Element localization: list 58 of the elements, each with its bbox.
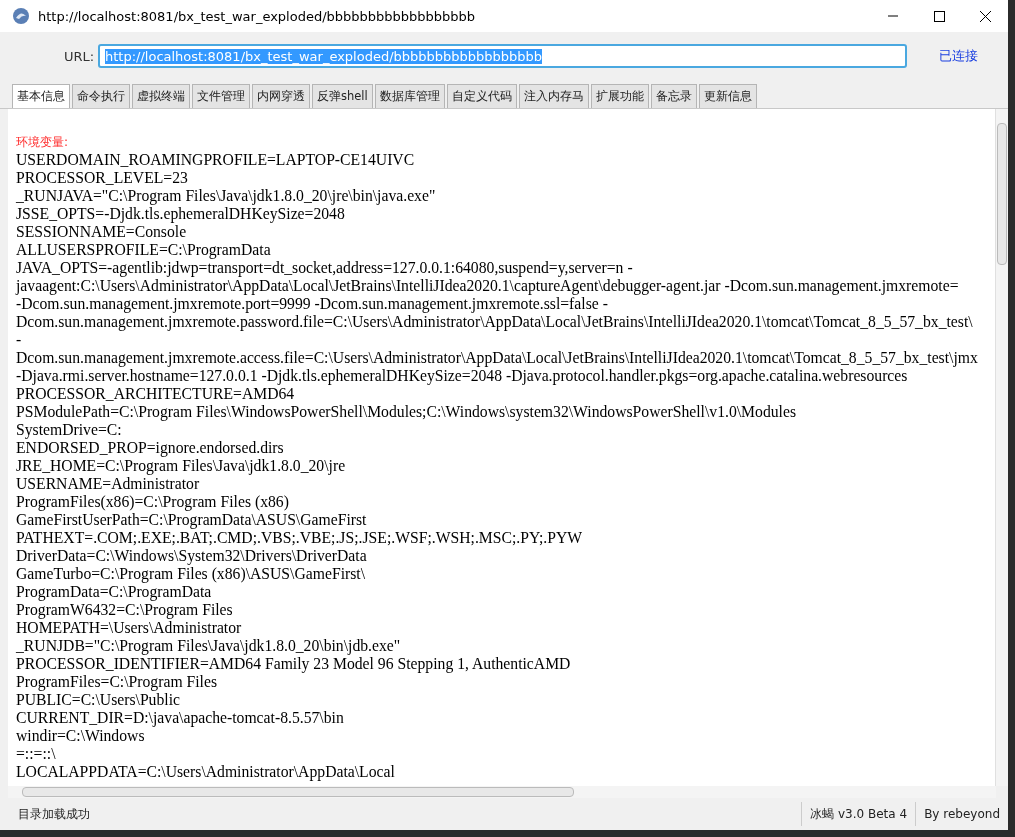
version-label: 冰蝎 v3.0 Beta 4	[801, 802, 916, 826]
tab[interactable]: 备忘录	[650, 84, 697, 108]
output-line: GameTurbo=C:\Program Files (x86)\ASUS\GameFirst\	[16, 565, 367, 583]
tab[interactable]: 命令执行	[72, 84, 130, 108]
output-line: ProgramFiles=C:\Program Files	[16, 673, 219, 691]
tab[interactable]: 自定义代码	[446, 84, 517, 108]
output-line: SESSIONNAME=Console	[16, 223, 188, 241]
output-line: DriverData=C:\Windows\System32\Drivers\DriverData	[16, 547, 368, 565]
output-line: SystemDrive=C:	[16, 421, 123, 439]
tab[interactable]: 数据库管理	[374, 84, 445, 108]
connection-status: 已连接	[939, 47, 978, 65]
window-title: http://localhost:8081/bx_test_war_exploded/bbbbbbbbbbbbbbbbbb	[38, 8, 477, 24]
output-line: windir=C:\Windows	[16, 727, 146, 745]
close-icon	[979, 10, 991, 22]
output-line: -	[16, 331, 23, 349]
tab[interactable]: 内网穿透	[252, 84, 310, 108]
output-line: PSModulePath=C:\Program Files\WindowsPowerShell\Modules;C:\Windows\system32\WindowsPowerShell\v1.0\Modules	[16, 403, 797, 421]
tab[interactable]: 基本信息	[12, 84, 70, 108]
output-line: HOMEPATH=\Users\Administrator	[16, 619, 243, 637]
output-line: USERDOMAIN_ROAMINGPROFILE=LAPTOP-CE14UIVC	[16, 151, 416, 169]
tab[interactable]: 文件管理	[192, 84, 250, 108]
output-line: JAVA_OPTS=-agentlib:jdwp=transport=dt_socket,address=127.0.0.1:64080,suspend=y,server=n -	[16, 259, 634, 277]
horizontal-scrollbar[interactable]	[8, 786, 996, 798]
output-line: -Dcom.sun.management.jmxremote.port=9999 -Dcom.sun.management.jmxremote.ssl=false -	[16, 295, 609, 313]
output-line: ALLUSERSPROFILE=C:\ProgramData	[16, 241, 272, 259]
output-line: CURRENT_DIR=D:\java\apache-tomcat-8.5.57\bin	[16, 709, 345, 727]
output-line: PROCESSOR_LEVEL=23	[16, 169, 189, 187]
url-label: URL:	[64, 48, 96, 64]
output-line: ProgramData=C:\ProgramData	[16, 583, 213, 601]
output-line: Dcom.sun.management.jmxremote.access.file=C:\Users\Administrator\AppData\Local\JetBrains\IntelliJIdea2020.1\tomcat\Tomcat_8_5_57_bx_test\jmx	[16, 349, 979, 367]
output-line: _RUNJAVA="C:\Program Files\Java\jdk1.8.0_20\jre\bin\java.exe"	[16, 187, 437, 205]
section-heading: 环境变量:	[16, 134, 70, 151]
output-line: ENDORSED_PROP=ignore.endorsed.dirs	[16, 439, 285, 457]
output-line: Dcom.sun.management.jmxremote.password.file=C:\Users\Administrator\AppData\Local\JetBrains\IntelliJIdea2020.1\tomcat\Tomcat_8_5_57_bx_test\	[16, 313, 974, 331]
output-line: PROCESSOR_ARCHITECTURE=AMD64	[16, 385, 296, 403]
output-line: JSSE_OPTS=-Djdk.tls.ephemeralDHKeySize=2048	[16, 205, 346, 223]
tab[interactable]: 更新信息	[698, 84, 757, 108]
output-line: PATHEXT=.COM;.EXE;.BAT;.CMD;.VBS;.VBE;.JS;.JSE;.WSF;.WSH;.MSC;.PY;.PYW	[16, 529, 584, 547]
output-line: LOCALAPPDATA=C:\Users\Administrator\AppData\Local	[16, 763, 396, 781]
output-line: -Djava.rmi.server.hostname=127.0.0.1 -Djdk.tls.ephemeralDHKeySize=2048 -Djava.protocol.handler.pkgs=org.apache.catalina.webresources	[16, 367, 909, 385]
output-line: javaagent:C:\Users\Administrator\AppData\Local\JetBrains\IntelliJIdea2020.1\captureAgent\debugger-agent.jar -Dcom.sun.management.jmxremote=	[16, 277, 960, 295]
output-line: USERNAME=Administrator	[16, 475, 201, 493]
tab[interactable]: 反弹shell	[312, 84, 373, 108]
tab[interactable]: 虚拟终端	[132, 84, 190, 108]
tab[interactable]: 扩展功能	[590, 84, 649, 108]
output-line: PUBLIC=C:\Users\Public	[16, 691, 181, 709]
output-line: JRE_HOME=C:\Program Files\Java\jdk1.8.0_20\jre	[16, 457, 347, 475]
maximize-icon	[933, 10, 945, 22]
output-line: =::=::\	[16, 745, 57, 763]
output-line: PROCESSOR_IDENTIFIER=AMD64 Family 23 Model 96 Stepping 1, AuthenticAMD	[16, 655, 572, 673]
output-line: GameFirstUserPath=C:\ProgramData\ASUS\GameFirst	[16, 511, 368, 529]
output-line: ProgramW6432=C:\Program Files	[16, 601, 234, 619]
output-line: ProgramFiles(x86)=C:\Program Files (x86)	[16, 493, 290, 511]
author-label: By rebeyond	[915, 802, 1008, 826]
vertical-scrollbar[interactable]	[995, 109, 1008, 786]
status-message: 目录加载成功	[18, 805, 91, 823]
output-line: _RUNJDB="C:\Program Files\Java\jdk1.8.0_20\bin\jdb.exe"	[16, 637, 402, 655]
tab[interactable]: 注入内存马	[518, 84, 589, 108]
